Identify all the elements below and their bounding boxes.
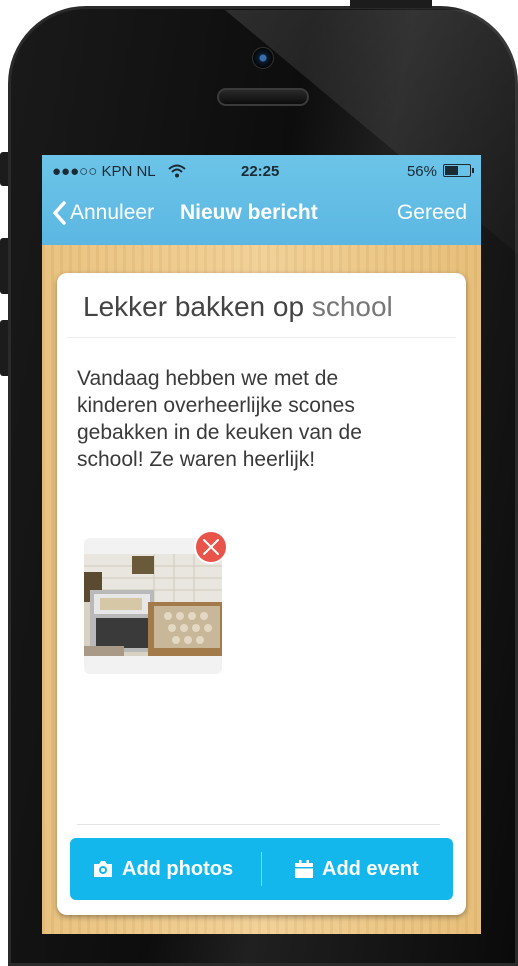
screen: ●●●○○ KPN NL 22:25 56% Annuleer Nieuw be… (42, 155, 481, 934)
post-title-input[interactable]: Lekker bakken op school (83, 291, 393, 323)
power-button (350, 0, 432, 8)
add-photos-label: Add photos (122, 857, 234, 880)
page-title: Nieuw bericht (180, 201, 318, 224)
add-photos-button[interactable]: Add photos (92, 838, 233, 900)
post-title-text: Lekker bakken op (83, 291, 312, 322)
cancel-label: Annuleer (70, 201, 155, 224)
navigation-bar: Annuleer Nieuw bericht Gereed (42, 189, 481, 245)
carrier-label: ●●●○○ KPN NL (52, 163, 156, 180)
remove-photo-button[interactable] (194, 530, 228, 564)
top-bar: ●●●○○ KPN NL 22:25 56% Annuleer Nieuw be… (42, 155, 481, 245)
front-camera (252, 47, 274, 69)
earpiece-speaker (217, 88, 309, 106)
action-separator (261, 852, 262, 886)
calendar-icon (295, 860, 313, 878)
battery-icon (443, 164, 474, 177)
post-editor-card: Lekker bakken op school Vandaag hebben w… (57, 273, 466, 915)
post-body-textarea[interactable]: Vandaag hebben we met de kinderen overhe… (77, 365, 417, 473)
status-time: 22:25 (241, 163, 280, 180)
volume-down-button (0, 320, 8, 376)
add-event-button[interactable]: Add event (294, 838, 419, 900)
mute-switch (0, 152, 8, 186)
post-title-text-muted: school (311, 291, 393, 322)
cancel-button[interactable]: Annuleer (52, 201, 154, 225)
add-event-label: Add event (322, 857, 419, 880)
action-bar: Add photos Add event (70, 838, 453, 900)
kitchen-photo-image (84, 554, 222, 656)
remove-icon (203, 539, 219, 555)
attached-photo (84, 554, 222, 656)
done-button[interactable]: Gereed (397, 201, 467, 225)
wifi-icon (168, 164, 186, 178)
battery-percent: 56% (406, 163, 437, 180)
battery-level (445, 166, 458, 175)
volume-up-button (0, 238, 8, 294)
camera-icon (94, 861, 112, 877)
status-bar: ●●●○○ KPN NL 22:25 56% (42, 155, 481, 189)
toolbar-divider (77, 824, 440, 825)
title-divider (67, 337, 456, 338)
chevron-left-icon (53, 201, 66, 225)
